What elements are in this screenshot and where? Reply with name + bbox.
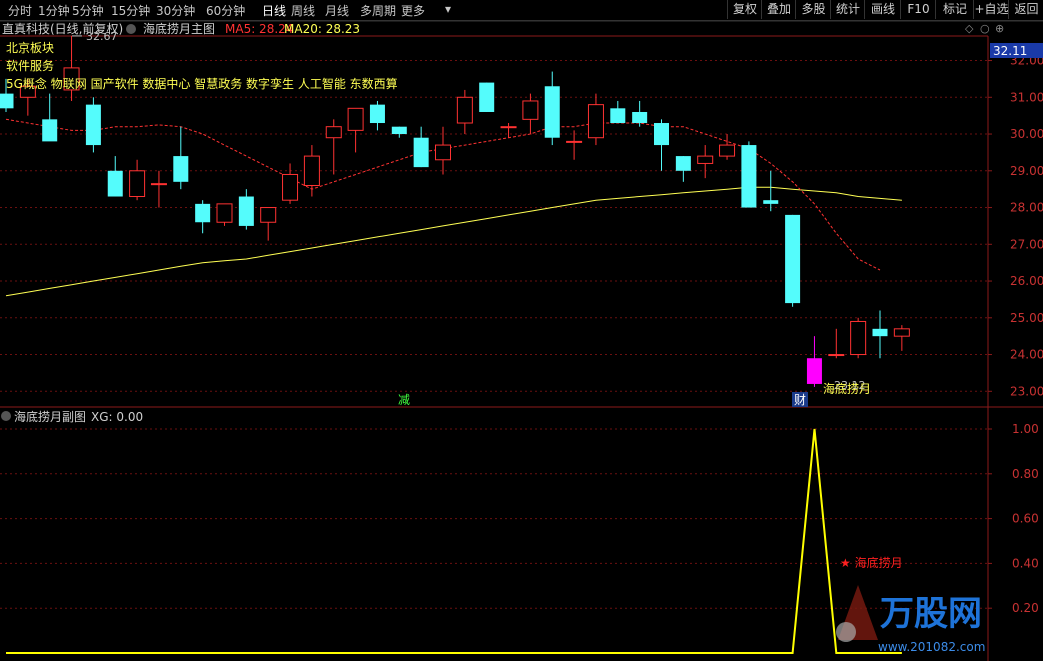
candle-body [850,320,867,356]
candle-body [479,82,495,112]
candle-body [806,358,822,384]
candle-body [282,173,299,201]
candle-body [741,145,757,208]
y-tick-label: 30.00 [1010,127,1043,141]
watermark-brand: 万股网 [880,594,982,634]
y-tick-label: 0.60 [1012,512,1039,526]
ma20-label: MA20: 28.23 [284,22,360,36]
candle-body [325,126,342,139]
candle-body [85,104,101,146]
candle-body [303,155,320,186]
y-tick-label: 1.00 [1012,422,1039,436]
sub-indicator-name: 海底捞月副图 [14,409,86,424]
y-tick-label: 23.00 [1010,384,1043,398]
candle-body [413,137,429,168]
candle-body [369,104,385,124]
candle-body [719,144,736,157]
candle-body [173,156,189,182]
candle-body [216,203,233,223]
candle-body [587,104,604,139]
indicator-menu-icon[interactable] [1,411,11,421]
candle-body [610,108,626,124]
candle-body [763,200,779,204]
concept-line: 5G概念 物联网 国产软件 数据中心 智慧政务 数字孪生 人工智能 东数西算 [6,76,398,91]
y-tick-label: 26.00 [1010,274,1043,288]
candle-body [107,170,123,197]
y-tick-label: 0.80 [1012,467,1039,481]
y-tick-label: 0.20 [1012,601,1039,615]
candle-body [522,100,539,120]
y-tick-label: 25.00 [1010,311,1043,325]
stock-chart: 23.00 24.00 25.00 26.00 27.00 28.00 29.00 30.00… [0,20,1043,661]
candle-body [150,183,167,186]
concept-line: 北京板块 [6,41,54,55]
candle-body [893,328,910,337]
candle-body [872,328,888,337]
candle-body [697,155,714,164]
candle-body [238,196,254,226]
candle-body [632,111,648,124]
signal-star-label: ★ 海底捞月 [840,555,903,570]
y-tick-label: 31.00 [1010,90,1043,104]
price-tag: 32.11 [993,44,1027,58]
diamond-icon: ◇ [965,22,974,35]
candle-body [347,107,364,131]
expand-icon: ⊕ [995,22,1004,35]
candle-body [391,126,407,135]
candle-body [456,96,473,124]
candle-body [828,354,845,357]
signal-label: 海底捞月 [823,381,871,396]
watermark-url: www.201082.com [878,640,985,654]
y-tick-label: 29.00 [1010,164,1043,178]
xg-label: XG: 0.00 [91,410,143,424]
indicator-menu-icon[interactable] [126,24,136,34]
y-tick-label: 28.00 [1010,201,1043,215]
candle-body [566,140,583,143]
high-marker-label: 32.67 [86,30,118,43]
candle-body [500,126,517,129]
candle-body [260,207,277,223]
main-indicator-name: 海底捞月主图 [143,21,215,36]
circle-icon: ○ [980,22,990,35]
candle-body [654,123,669,146]
event-mark: 减 [398,393,410,407]
y-tick-label: 24.00 [1010,348,1043,362]
event-mark: 财 [794,393,806,407]
candle-body [785,214,801,304]
candle-body [675,156,691,171]
candle-body [435,144,451,161]
concept-line: 软件服务 [6,58,54,73]
candle-body [42,119,58,142]
candle-body [0,93,14,109]
candle-body [544,86,560,138]
xg-line [6,428,902,654]
y-tick-label: 0.40 [1012,556,1039,570]
candle-body [195,203,211,223]
watermark-coin-icon [836,622,856,642]
candle-body [129,170,146,198]
y-tick-label: 27.00 [1010,237,1043,251]
